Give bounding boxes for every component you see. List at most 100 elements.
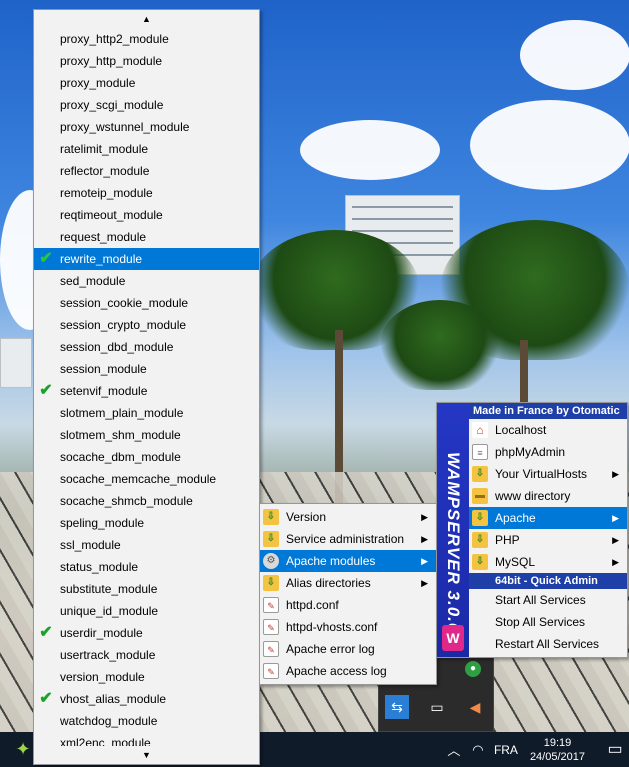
module-item-request-module[interactable]: request_module — [34, 226, 259, 248]
folder-arrow-icon: ⇩ — [263, 575, 279, 591]
checkmark-icon: ✔ — [39, 250, 53, 267]
menu-item-label: Alias directories — [286, 576, 371, 590]
submenu-arrow-icon: ▶ — [612, 513, 619, 523]
module-item-slotmem-shm-module[interactable]: slotmem_shm_module — [34, 424, 259, 446]
module-item-socache-dbm-module[interactable]: socache_dbm_module — [34, 446, 259, 468]
action-center-icon[interactable]: ▭ — [601, 732, 629, 767]
module-item-substitute-module[interactable]: substitute_module — [34, 578, 259, 600]
module-item-speling-module[interactable]: speling_module — [34, 512, 259, 534]
module-item-session-cookie-module[interactable]: session_cookie_module — [34, 292, 259, 314]
submenu-arrow-icon: ▶ — [612, 469, 619, 479]
module-item-unique-id-module[interactable]: unique_id_module — [34, 600, 259, 622]
submenu-arrow-icon: ▶ — [421, 556, 428, 566]
apache-menu-service-administration[interactable]: ⇩ Service administration ▶ — [260, 528, 436, 550]
wifi-icon[interactable]: ◠ — [466, 742, 490, 758]
module-item-userdir-module[interactable]: ✔ userdir_module — [34, 622, 259, 644]
menu-item-label: Restart All Services — [495, 637, 600, 651]
apache-menu-apache-error-log[interactable]: ✎ Apache error log — [260, 638, 436, 660]
language-indicator[interactable]: FRA — [494, 743, 518, 757]
module-label: watchdog_module — [60, 714, 158, 728]
submenu-arrow-icon: ▶ — [612, 557, 619, 567]
module-label: session_cookie_module — [60, 296, 189, 310]
module-item-watchdog-module[interactable]: watchdog_module — [34, 710, 259, 732]
apache-menu-version[interactable]: ⇩ Version ▶ — [260, 506, 436, 528]
module-label: session_dbd_module — [60, 340, 174, 354]
module-item-reqtimeout-module[interactable]: reqtimeout_module — [34, 204, 259, 226]
submenu-arrow-icon: ▶ — [421, 512, 428, 522]
module-item-status-module[interactable]: status_module — [34, 556, 259, 578]
module-item-session-dbd-module[interactable]: session_dbd_module — [34, 336, 259, 358]
document-edit-icon: ✎ — [263, 663, 279, 679]
apache-menu-httpd-conf[interactable]: ✎ httpd.conf — [260, 594, 436, 616]
module-label: slotmem_shm_module — [60, 428, 181, 442]
menu-item-label: Apache error log — [286, 642, 375, 656]
scroll-up-arrow-icon[interactable]: ▲ — [34, 10, 259, 28]
wamp-menu-phpmyadmin[interactable]: ≡ phpMyAdmin — [469, 441, 627, 463]
module-item-reflector-module[interactable]: reflector_module — [34, 160, 259, 182]
checkmark-icon: ✔ — [39, 382, 53, 399]
module-item-usertrack-module[interactable]: usertrack_module — [34, 644, 259, 666]
module-item-setenvif-module[interactable]: ✔ setenvif_module — [34, 380, 259, 402]
wamp-menu-your-virtualhosts[interactable]: ⇩ Your VirtualHosts ▶ — [469, 463, 627, 485]
clock[interactable]: 19:19 24/05/2017 — [530, 736, 585, 764]
show-hidden-icons-chevron-up-icon[interactable]: ︿ — [442, 740, 466, 759]
module-label: setenvif_module — [60, 384, 148, 398]
scroll-down-arrow-icon[interactable]: ▼ — [34, 746, 259, 764]
gear-icon: ⚙ — [263, 553, 279, 569]
battery-icon[interactable]: ▭ — [425, 695, 449, 719]
menu-item-label: Apache modules — [286, 554, 376, 568]
wamp-menu-php[interactable]: ⇩ PHP ▶ — [469, 529, 627, 551]
module-item-proxy-http2-module[interactable]: proxy_http2_module — [34, 28, 259, 50]
checkmark-icon: ✔ — [39, 624, 53, 641]
module-item-remoteip-module[interactable]: remoteip_module — [34, 182, 259, 204]
module-label: proxy_wstunnel_module — [60, 120, 190, 134]
android-studio-icon[interactable]: ✦ — [12, 738, 34, 760]
document-edit-icon: ✎ — [263, 619, 279, 635]
network-tray-icon[interactable]: ⇆ — [385, 695, 409, 719]
module-item-proxy-wstunnel-module[interactable]: proxy_wstunnel_module — [34, 116, 259, 138]
module-item-session-crypto-module[interactable]: session_crypto_module — [34, 314, 259, 336]
wamp-menu-localhost[interactable]: ⌂ Localhost — [469, 419, 627, 441]
module-label: session_module — [60, 362, 147, 376]
wamp-menu-apache[interactable]: ⇩ Apache ▶ — [469, 507, 627, 529]
apache-menu-httpd-vhosts-conf[interactable]: ✎ httpd-vhosts.conf — [260, 616, 436, 638]
apache-menu-alias-directories[interactable]: ⇩ Alias directories ▶ — [260, 572, 436, 594]
module-item-socache-shmcb-module[interactable]: socache_shmcb_module — [34, 490, 259, 512]
menu-item-label: phpMyAdmin — [495, 445, 566, 459]
module-item-version-module[interactable]: version_module — [34, 666, 259, 688]
folder-arrow-icon: ⇩ — [472, 510, 488, 526]
quick-admin-restart-all-services[interactable]: Restart All Services — [469, 633, 627, 655]
wampserver-tray-icon[interactable]: ● — [465, 661, 481, 677]
apache-menu-apache-access-log[interactable]: ✎ Apache access log — [260, 660, 436, 682]
module-item-proxy-http-module[interactable]: proxy_http_module — [34, 50, 259, 72]
wampserver-header: Made in France by Otomatic — [469, 403, 627, 419]
module-item-rewrite-module[interactable]: ✔ rewrite_module — [34, 248, 259, 270]
clock-time: 19:19 — [543, 736, 572, 749]
module-label: usertrack_module — [60, 648, 156, 662]
module-item-proxy-module[interactable]: proxy_module — [34, 72, 259, 94]
module-item-sed-module[interactable]: sed_module — [34, 270, 259, 292]
document-edit-icon: ✎ — [263, 597, 279, 613]
folder-arrow-icon: ⇩ — [472, 532, 488, 548]
module-item-slotmem-plain-module[interactable]: slotmem_plain_module — [34, 402, 259, 424]
module-item-session-module[interactable]: session_module — [34, 358, 259, 380]
apache-menu-apache-modules[interactable]: ⚙ Apache modules ▶ — [260, 550, 436, 572]
folder-icon: ▬ — [472, 488, 488, 504]
wampserver-main-list: ⌂ Localhost ≡ phpMyAdmin ⇩ Your VirtualHosts ▶… — [469, 419, 627, 573]
apache-modules-menu: ▲ proxy_http2_module proxy_http_module pro… — [33, 9, 260, 765]
quick-admin-start-all-services[interactable]: Start All Services — [469, 589, 627, 611]
module-item-socache-memcache-module[interactable]: socache_memcache_module — [34, 468, 259, 490]
submenu-arrow-icon: ▶ — [421, 534, 428, 544]
module-item-ratelimit-module[interactable]: ratelimit_module — [34, 138, 259, 160]
quick-admin-stop-all-services[interactable]: Stop All Services — [469, 611, 627, 633]
module-label: reqtimeout_module — [60, 208, 163, 222]
wamp-menu-www-directory[interactable]: ▬ www directory — [469, 485, 627, 507]
module-label: version_module — [60, 670, 145, 684]
speaker-icon[interactable]: ◀ — [463, 695, 487, 719]
module-item-ssl-module[interactable]: ssl_module — [34, 534, 259, 556]
menu-item-label: MySQL — [495, 555, 536, 569]
module-item-proxy-scgi-module[interactable]: proxy_scgi_module — [34, 94, 259, 116]
module-item-vhost-alias-module[interactable]: ✔ vhost_alias_module — [34, 688, 259, 710]
wamp-menu-mysql[interactable]: ⇩ MySQL ▶ — [469, 551, 627, 573]
submenu-arrow-icon: ▶ — [612, 535, 619, 545]
